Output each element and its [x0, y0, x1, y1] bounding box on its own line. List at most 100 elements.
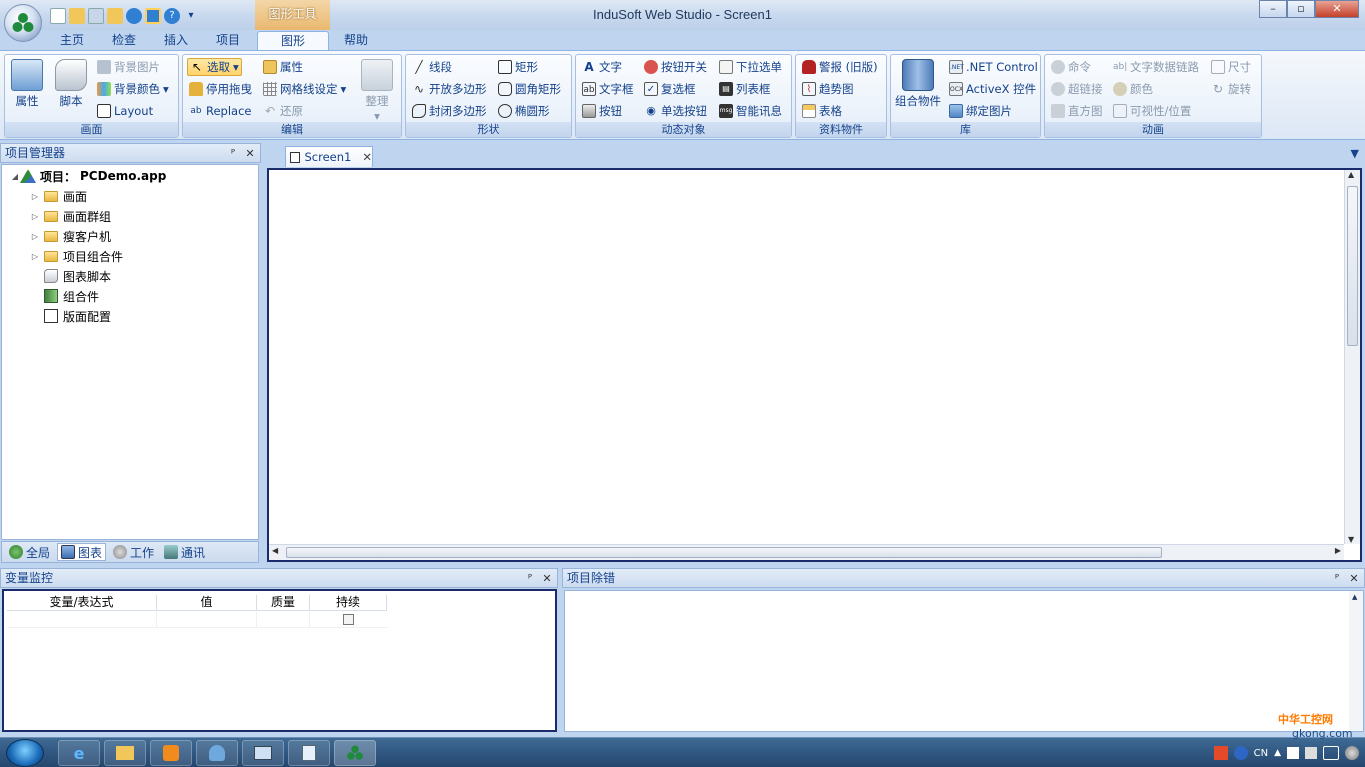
- help-icon[interactable]: ?: [164, 8, 180, 24]
- line-button[interactable]: ╱ 线段: [412, 58, 452, 76]
- checkbox-button[interactable]: ✓ 复选框: [644, 80, 696, 98]
- taskbar-explorer[interactable]: [104, 740, 146, 766]
- size-button[interactable]: 尺寸: [1211, 58, 1251, 76]
- tab-graphics[interactable]: 图形: [257, 31, 329, 51]
- activex-button[interactable]: OCX ActiveX 控件: [949, 80, 1036, 98]
- minimize-button[interactable]: –: [1259, 0, 1287, 18]
- arrange-button[interactable]: 整理 ▾: [361, 59, 393, 123]
- vertical-scrollbar[interactable]: ▲ ▼: [1344, 170, 1360, 544]
- close-icon[interactable]: ✕: [243, 145, 257, 161]
- pin-icon[interactable]: ᴾ: [1330, 570, 1344, 586]
- gear-icon[interactable]: [1345, 746, 1359, 760]
- rectangle-button[interactable]: 矩形: [498, 58, 538, 76]
- column-expression[interactable]: 变量/表达式: [7, 595, 157, 610]
- debug-vertical-scrollbar[interactable]: ▲: [1349, 591, 1363, 731]
- text-button[interactable]: A 文字: [582, 58, 622, 76]
- scroll-down-icon[interactable]: ▼: [1348, 535, 1354, 544]
- expand-icon[interactable]: ▷: [30, 232, 40, 241]
- toggle-button-button[interactable]: 按钮开关: [644, 58, 707, 76]
- grid-object-button[interactable]: 表格: [802, 102, 842, 120]
- stop-icon[interactable]: [145, 8, 161, 24]
- open-folder-icon[interactable]: [69, 8, 85, 24]
- sogou-input-icon[interactable]: [1213, 746, 1228, 760]
- select-button[interactable]: ↖ 选取 ▾: [187, 58, 242, 76]
- taskbar-indusoft[interactable]: [334, 740, 376, 766]
- rounded-rect-button[interactable]: 圆角矩形: [498, 80, 561, 98]
- continuous-checkbox[interactable]: [343, 614, 354, 625]
- script-button[interactable]: 脚本: [55, 59, 87, 109]
- language-indicator[interactable]: CN: [1254, 748, 1268, 759]
- background-image-button[interactable]: 背景图片: [97, 58, 160, 76]
- color-animation-button[interactable]: 颜色: [1113, 80, 1153, 98]
- collapse-icon[interactable]: ◢: [10, 172, 20, 181]
- tab-home[interactable]: 主页: [52, 31, 92, 51]
- tab-tasks[interactable]: 工作: [110, 543, 157, 561]
- trend-button[interactable]: ⌇ 趋势图: [802, 80, 854, 98]
- pin-icon[interactable]: ᴾ: [523, 570, 537, 586]
- scroll-right-icon[interactable]: ▶: [1335, 546, 1341, 555]
- bargraph-button[interactable]: 直方图: [1051, 102, 1103, 120]
- tree-item-screens[interactable]: ▷ 画面: [30, 187, 87, 205]
- tab-global[interactable]: 全局: [6, 543, 53, 561]
- taskbar-media[interactable]: [150, 740, 192, 766]
- command-button[interactable]: 命令: [1051, 58, 1091, 76]
- scroll-up-icon[interactable]: ▲: [1352, 593, 1357, 601]
- scroll-left-icon[interactable]: ◀: [272, 546, 278, 555]
- scroll-up-icon[interactable]: ▲: [1348, 170, 1354, 179]
- tree-item-graphics-script[interactable]: 图表脚本: [44, 267, 111, 285]
- tab-list-dropdown-icon[interactable]: ▼: [1351, 147, 1359, 160]
- symbols-button[interactable]: 组合物件: [895, 59, 941, 109]
- horizontal-scrollbar[interactable]: ◀ ▶: [269, 544, 1344, 560]
- application-menu-button[interactable]: [4, 4, 42, 42]
- cell-expression[interactable]: [7, 612, 157, 627]
- new-file-icon[interactable]: [50, 8, 66, 24]
- pin-icon[interactable]: ᴾ: [226, 145, 240, 161]
- rotation-button[interactable]: ↻ 旋转: [1211, 80, 1251, 98]
- folder-icon[interactable]: [107, 8, 123, 24]
- screen-editor-canvas[interactable]: ▲ ▼ ◀ ▶: [267, 168, 1362, 562]
- tab-view[interactable]: 检查: [104, 31, 144, 51]
- taskbar-remote[interactable]: [242, 740, 284, 766]
- close-icon[interactable]: ✕: [540, 570, 554, 586]
- open-polygon-button[interactable]: ∿ 开放多边形: [412, 80, 487, 98]
- tab-graphics-explorer[interactable]: 图表: [57, 543, 107, 561]
- tree-item-screen-groups[interactable]: ▷ 画面群组: [30, 207, 111, 225]
- flag-icon[interactable]: [1287, 747, 1299, 759]
- qat-dropdown-icon[interactable]: ▾: [183, 8, 199, 24]
- column-continuous[interactable]: 持续: [310, 595, 387, 610]
- expand-icon[interactable]: ▷: [30, 252, 40, 261]
- button-button[interactable]: 按钮: [582, 102, 622, 120]
- text-io-button[interactable]: ab| 文字数据链路: [1113, 58, 1199, 76]
- taskbar-security[interactable]: [196, 740, 238, 766]
- restore-button[interactable]: ↶ 还原: [263, 102, 303, 120]
- tab-help[interactable]: 帮助: [336, 31, 376, 51]
- visibility-button[interactable]: 可视性/位置: [1113, 102, 1191, 120]
- tree-root-project[interactable]: ◢ 项目： PCDemo.app: [10, 167, 166, 185]
- column-quality[interactable]: 质量: [257, 595, 310, 610]
- close-button[interactable]: ✕: [1315, 0, 1359, 18]
- close-tab-icon[interactable]: ✕: [362, 150, 372, 164]
- ellipse-button[interactable]: 椭圆形: [498, 102, 550, 120]
- linked-image-button[interactable]: 绑定图片: [949, 102, 1012, 120]
- tree-item-layout[interactable]: 版面配置: [44, 307, 111, 325]
- hyperlink-button[interactable]: 超链接: [1051, 80, 1103, 98]
- close-icon[interactable]: ✕: [1347, 570, 1361, 586]
- textbox-button[interactable]: ab 文字框: [582, 80, 634, 98]
- expand-icon[interactable]: ▷: [30, 192, 40, 201]
- net-control-button[interactable]: .NET .NET Control: [949, 58, 1038, 76]
- layout-button[interactable]: Layout: [97, 102, 153, 120]
- tab-comm[interactable]: 通讯: [161, 543, 208, 561]
- start-button[interactable]: [6, 739, 44, 767]
- help-icon[interactable]: [1233, 746, 1248, 760]
- chevron-up-icon[interactable]: ▲: [1274, 748, 1281, 758]
- taskbar-ie[interactable]: e: [58, 740, 100, 766]
- screen-properties-button[interactable]: 属性: [11, 59, 43, 109]
- network-icon[interactable]: [1305, 747, 1317, 759]
- maximize-button[interactable]: ▫: [1287, 0, 1315, 18]
- column-value[interactable]: 值: [157, 595, 257, 610]
- tree-item-thin-clients[interactable]: ▷ 瘦客户机: [30, 227, 111, 245]
- closed-polygon-button[interactable]: 封闭多边形: [412, 102, 487, 120]
- save-icon[interactable]: [88, 8, 104, 24]
- replace-button[interactable]: ab Replace: [189, 102, 251, 120]
- tab-project[interactable]: 项目: [208, 31, 248, 51]
